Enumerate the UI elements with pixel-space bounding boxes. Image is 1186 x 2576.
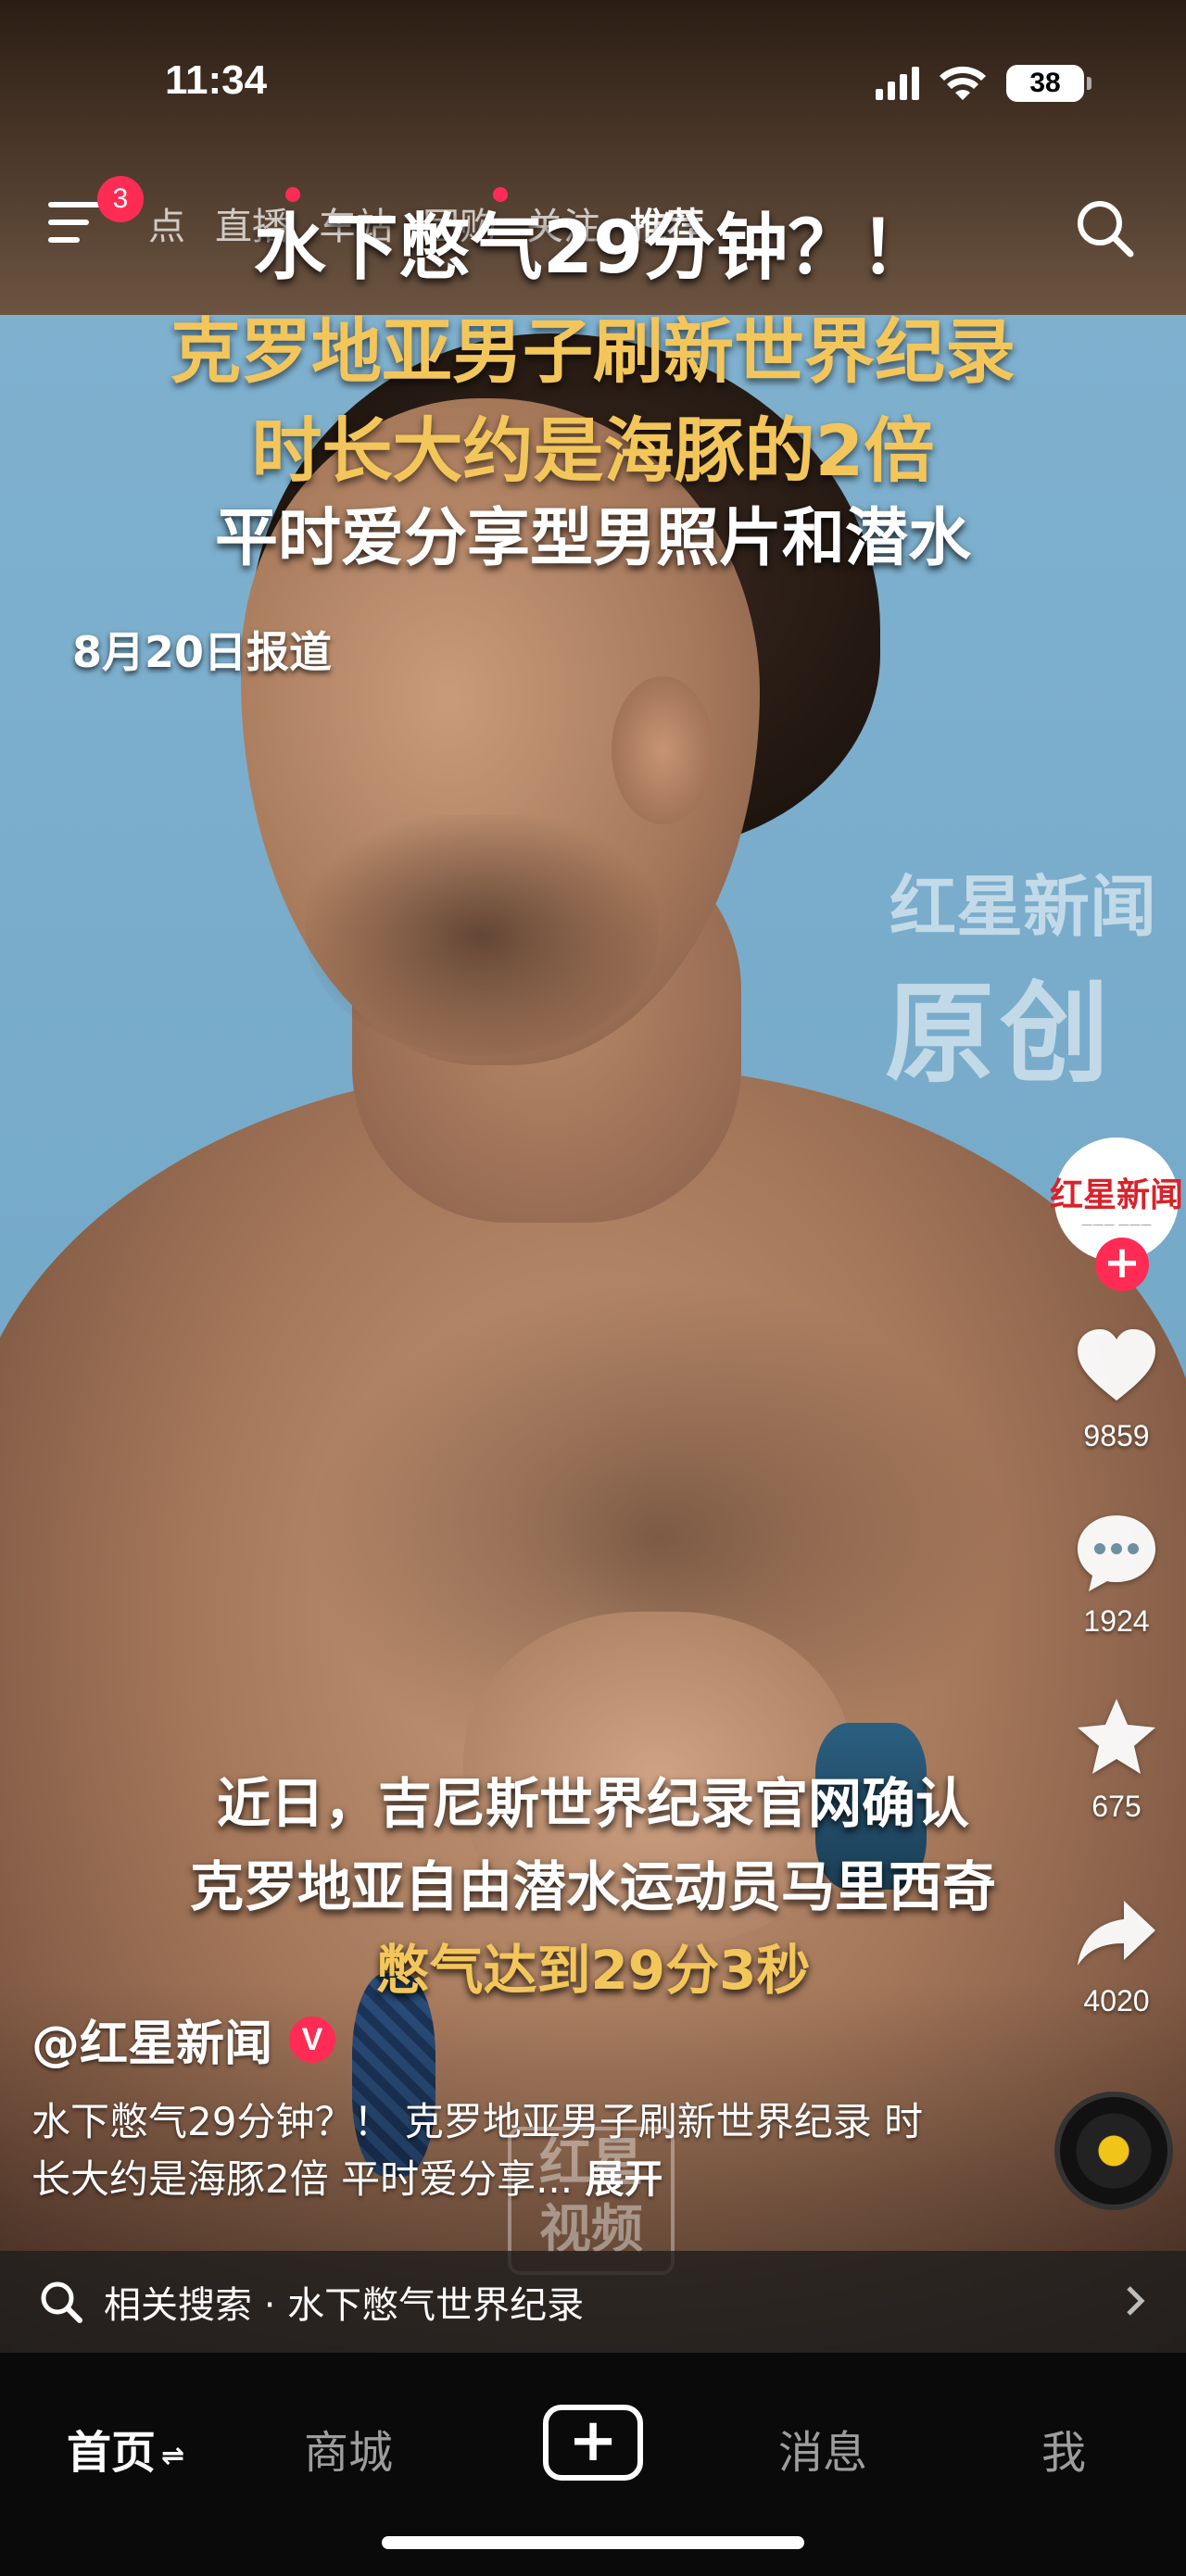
author-avatar[interactable]: 红星新闻 ——— ——— + bbox=[1050, 1137, 1183, 1291]
video-headline-3: 时长大约是海豚的2倍 bbox=[251, 409, 935, 492]
author-name[interactable]: @红星新闻 bbox=[32, 2004, 272, 2074]
video-headline-2: 克罗地亚男子刷新世界纪录 bbox=[170, 310, 1016, 393]
music-disc-icon[interactable] bbox=[1054, 2092, 1173, 2210]
like-count: 9859 bbox=[1083, 1419, 1150, 1452]
battery-indicator: 38 bbox=[1006, 65, 1091, 102]
related-search-bar[interactable]: 相关搜索 · 水下憋气世界纪录 bbox=[0, 2251, 1186, 2353]
video-headline-4: 平时爱分享型男照片和潜水 bbox=[214, 502, 971, 575]
status-time: 11:34 bbox=[165, 57, 268, 103]
watermark-video-line-1: 红星 bbox=[539, 2133, 643, 2193]
tab-me[interactable]: 我 bbox=[1041, 2416, 1086, 2481]
photo-ear bbox=[612, 676, 713, 824]
author-row[interactable]: @红星新闻 V bbox=[32, 2004, 336, 2074]
comment-count: 1924 bbox=[1083, 1604, 1150, 1638]
tab-home[interactable]: 首页 ⇌ bbox=[67, 2416, 184, 2481]
avatar-subline: ——— ——— bbox=[1081, 1218, 1152, 1231]
report-date: 8月20日报道 bbox=[72, 627, 333, 677]
share-button[interactable]: 4020 bbox=[1047, 1888, 1186, 2018]
video-caption-2: 克罗地亚自由潜水运动员马里西奇 bbox=[189, 1855, 996, 1918]
comment-icon bbox=[1078, 1515, 1155, 1591]
post-description[interactable]: 水下憋气29分钟？！ 克罗地亚男子刷新世界纪录 时长大约是海豚2倍 平时爱分享.… bbox=[32, 2093, 958, 2208]
related-search-text: 相关搜索 · 水下憋气世界纪录 bbox=[104, 2284, 585, 2327]
wifi-icon bbox=[938, 65, 988, 102]
heart-icon bbox=[1078, 1329, 1155, 1401]
watermark-original: 原创 bbox=[885, 969, 1116, 1098]
status-icons: 38 bbox=[876, 65, 1091, 102]
swap-icon: ⇌ bbox=[161, 2439, 185, 2472]
avatar-brand-text: 红星新闻 bbox=[1050, 1175, 1184, 1214]
tab-mall[interactable]: 商城 bbox=[304, 2416, 393, 2481]
chevron-right-icon bbox=[1127, 2286, 1145, 2316]
description-text: 水下憋气29分钟？！ 克罗地亚男子刷新世界纪录 时长大约是海豚2倍 平时爱分享.… bbox=[32, 2099, 924, 2202]
search-icon bbox=[41, 2281, 82, 2323]
home-indicator bbox=[382, 2536, 804, 2549]
photo-beard bbox=[306, 815, 658, 1056]
cellular-signal-icon bbox=[876, 67, 919, 100]
share-icon bbox=[1078, 1901, 1155, 1966]
video-caption-3: 憋气达到29分3秒 bbox=[375, 1939, 811, 2002]
tab-messages[interactable]: 消息 bbox=[778, 2416, 867, 2481]
watermark-brand: 红星新闻 bbox=[890, 867, 1157, 946]
video-caption-1: 近日，吉尼斯世界纪录官网确认 bbox=[216, 1772, 969, 1835]
like-button[interactable]: 9859 bbox=[1047, 1323, 1186, 1453]
video-headline-1: 水下憋气29分钟？！ bbox=[253, 207, 933, 290]
star-icon bbox=[1078, 1699, 1155, 1774]
create-button[interactable]: + bbox=[543, 2405, 643, 2481]
follow-button[interactable]: + bbox=[1095, 1238, 1149, 1291]
verified-badge-icon: V bbox=[289, 2016, 336, 2063]
tab-home-label: 首页 bbox=[67, 2427, 157, 2479]
favorite-button[interactable]: 675 bbox=[1047, 1693, 1186, 1824]
comment-button[interactable]: 1924 bbox=[1047, 1508, 1186, 1639]
favorite-count: 675 bbox=[1091, 1790, 1142, 1823]
share-count: 4020 bbox=[1083, 1984, 1150, 2017]
